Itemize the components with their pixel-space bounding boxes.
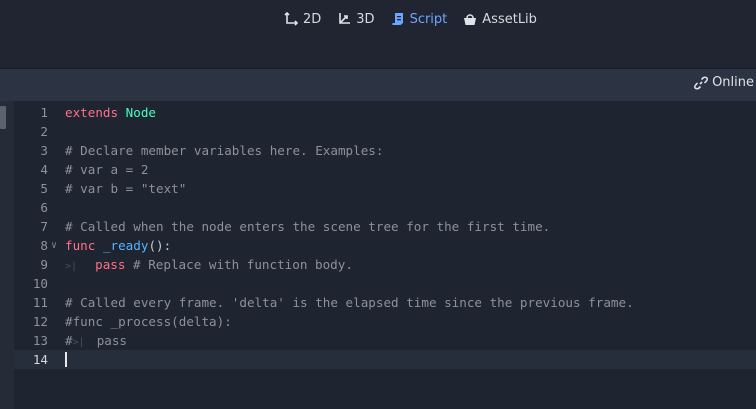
line-number: 1 — [40, 105, 48, 120]
code-line[interactable]: 11 # Called every frame. 'delta' is the e… — [14, 293, 756, 312]
fold-arrow-icon[interactable]: ∨ — [51, 236, 61, 255]
code-line[interactable]: 6 — [14, 198, 756, 217]
line-number: 3 — [40, 143, 48, 158]
code-token: _ready — [102, 238, 149, 253]
code-line[interactable]: 13 #>| pass — [14, 331, 756, 350]
line-number: 9 — [40, 257, 48, 272]
line-number: 12 — [32, 314, 48, 329]
code-token: extends — [65, 105, 119, 120]
workspace-assetlib-label: AssetLib — [482, 11, 537, 27]
code-line[interactable]: 5 # var b = "text" — [14, 179, 756, 198]
code-line[interactable]: 1 extends Node — [14, 103, 756, 122]
script-list-strip — [0, 101, 14, 409]
code-token: pass — [95, 257, 126, 272]
workspace-assetlib-button[interactable]: AssetLib — [463, 12, 537, 27]
workspace-switcher: 2D 3D Script AssetLib — [284, 9, 537, 29]
tab-indicator-icon: >| — [65, 261, 96, 272]
code-token: # Called every frame. 'delta' is the ela… — [65, 295, 634, 310]
code-line[interactable]: 4 # var a = 2 — [14, 160, 756, 179]
text-caret — [65, 352, 67, 367]
workspace-2d-button[interactable]: 2D — [284, 12, 321, 27]
workspace-script-label: Script — [409, 11, 448, 27]
script-icon — [391, 13, 403, 25]
workspace-2d-label: 2D — [303, 11, 322, 27]
code-line[interactable]: 2 — [14, 122, 756, 141]
line-number: 14 — [32, 352, 48, 367]
online-docs-button[interactable]: Online — [694, 75, 754, 90]
code-text: #func _process(delta): — [65, 312, 232, 331]
code-text: extends Node — [65, 103, 156, 122]
code-text: # Declare member variables here. Example… — [65, 141, 383, 160]
code-token: # Declare member variables here. Example… — [65, 143, 384, 158]
line-number: 6 — [40, 200, 48, 215]
code-line[interactable]: 8 ∨ func _ready(): — [14, 236, 756, 255]
code-text: >| pass # Replace with function body. — [65, 255, 353, 276]
assetlib-icon — [464, 14, 477, 25]
code-line[interactable]: 12 #func _process(delta): — [14, 312, 756, 331]
code-token: Node — [125, 105, 157, 120]
code-line[interactable]: 10 — [14, 274, 756, 293]
line-number: 13 — [32, 333, 48, 348]
code-line[interactable]: 3 # Declare member variables here. Exampl… — [14, 141, 756, 160]
code-line[interactable]: 9 >| pass # Replace with function body. — [14, 255, 756, 274]
code-text: func _ready(): — [65, 236, 171, 255]
code-text: # var b = "text" — [65, 179, 186, 198]
code-token: #func _process(delta): — [65, 314, 232, 329]
code-text: #>| pass — [65, 331, 127, 352]
code-token: pass — [96, 333, 128, 348]
code-editor[interactable]: 1 extends Node 2 3 # Declare member variable… — [0, 101, 756, 409]
code-token: # var a = 2 — [65, 162, 149, 177]
comment-hash: # — [65, 333, 73, 348]
code-area[interactable]: 1 extends Node 2 3 # Declare member variable… — [14, 103, 756, 369]
line-number: 10 — [32, 276, 48, 291]
line-number: 7 — [40, 219, 48, 234]
code-line[interactable]: 14 — [14, 350, 756, 369]
code-text: # Called when the node enters the scene … — [65, 217, 550, 236]
3d-icon — [339, 13, 351, 24]
code-token: # Replace with function body. — [125, 257, 353, 272]
script-toolbar: Online — [0, 69, 756, 101]
workspace-script-button[interactable]: Script — [391, 11, 448, 27]
tab-indicator-icon: >| — [72, 337, 97, 348]
code-token: # var b = "text" — [65, 181, 187, 196]
code-line[interactable]: 7 # Called when the node enters the scene… — [14, 217, 756, 236]
code-text: # Called every frame. 'delta' is the ela… — [65, 293, 634, 312]
line-number: 5 — [40, 181, 48, 196]
code-token: # Called when the node enters the scene … — [65, 219, 551, 234]
line-number: 4 — [40, 162, 48, 177]
code-token: func — [65, 238, 96, 253]
workspace-3d-button[interactable]: 3D — [337, 11, 375, 27]
line-number: 2 — [40, 124, 48, 139]
code-text: # var a = 2 — [65, 160, 148, 179]
2d-icon — [284, 12, 298, 26]
top-bar: 2D 3D Script AssetLib — [0, 0, 756, 68]
line-number: 8 — [40, 238, 48, 253]
code-token: (): — [148, 238, 172, 253]
line-number: 11 — [32, 295, 48, 310]
workspace-3d-label: 3D — [356, 11, 375, 27]
online-label: Online — [712, 75, 754, 90]
link-icon — [694, 75, 709, 90]
scrollbar-thumb[interactable] — [0, 106, 6, 129]
